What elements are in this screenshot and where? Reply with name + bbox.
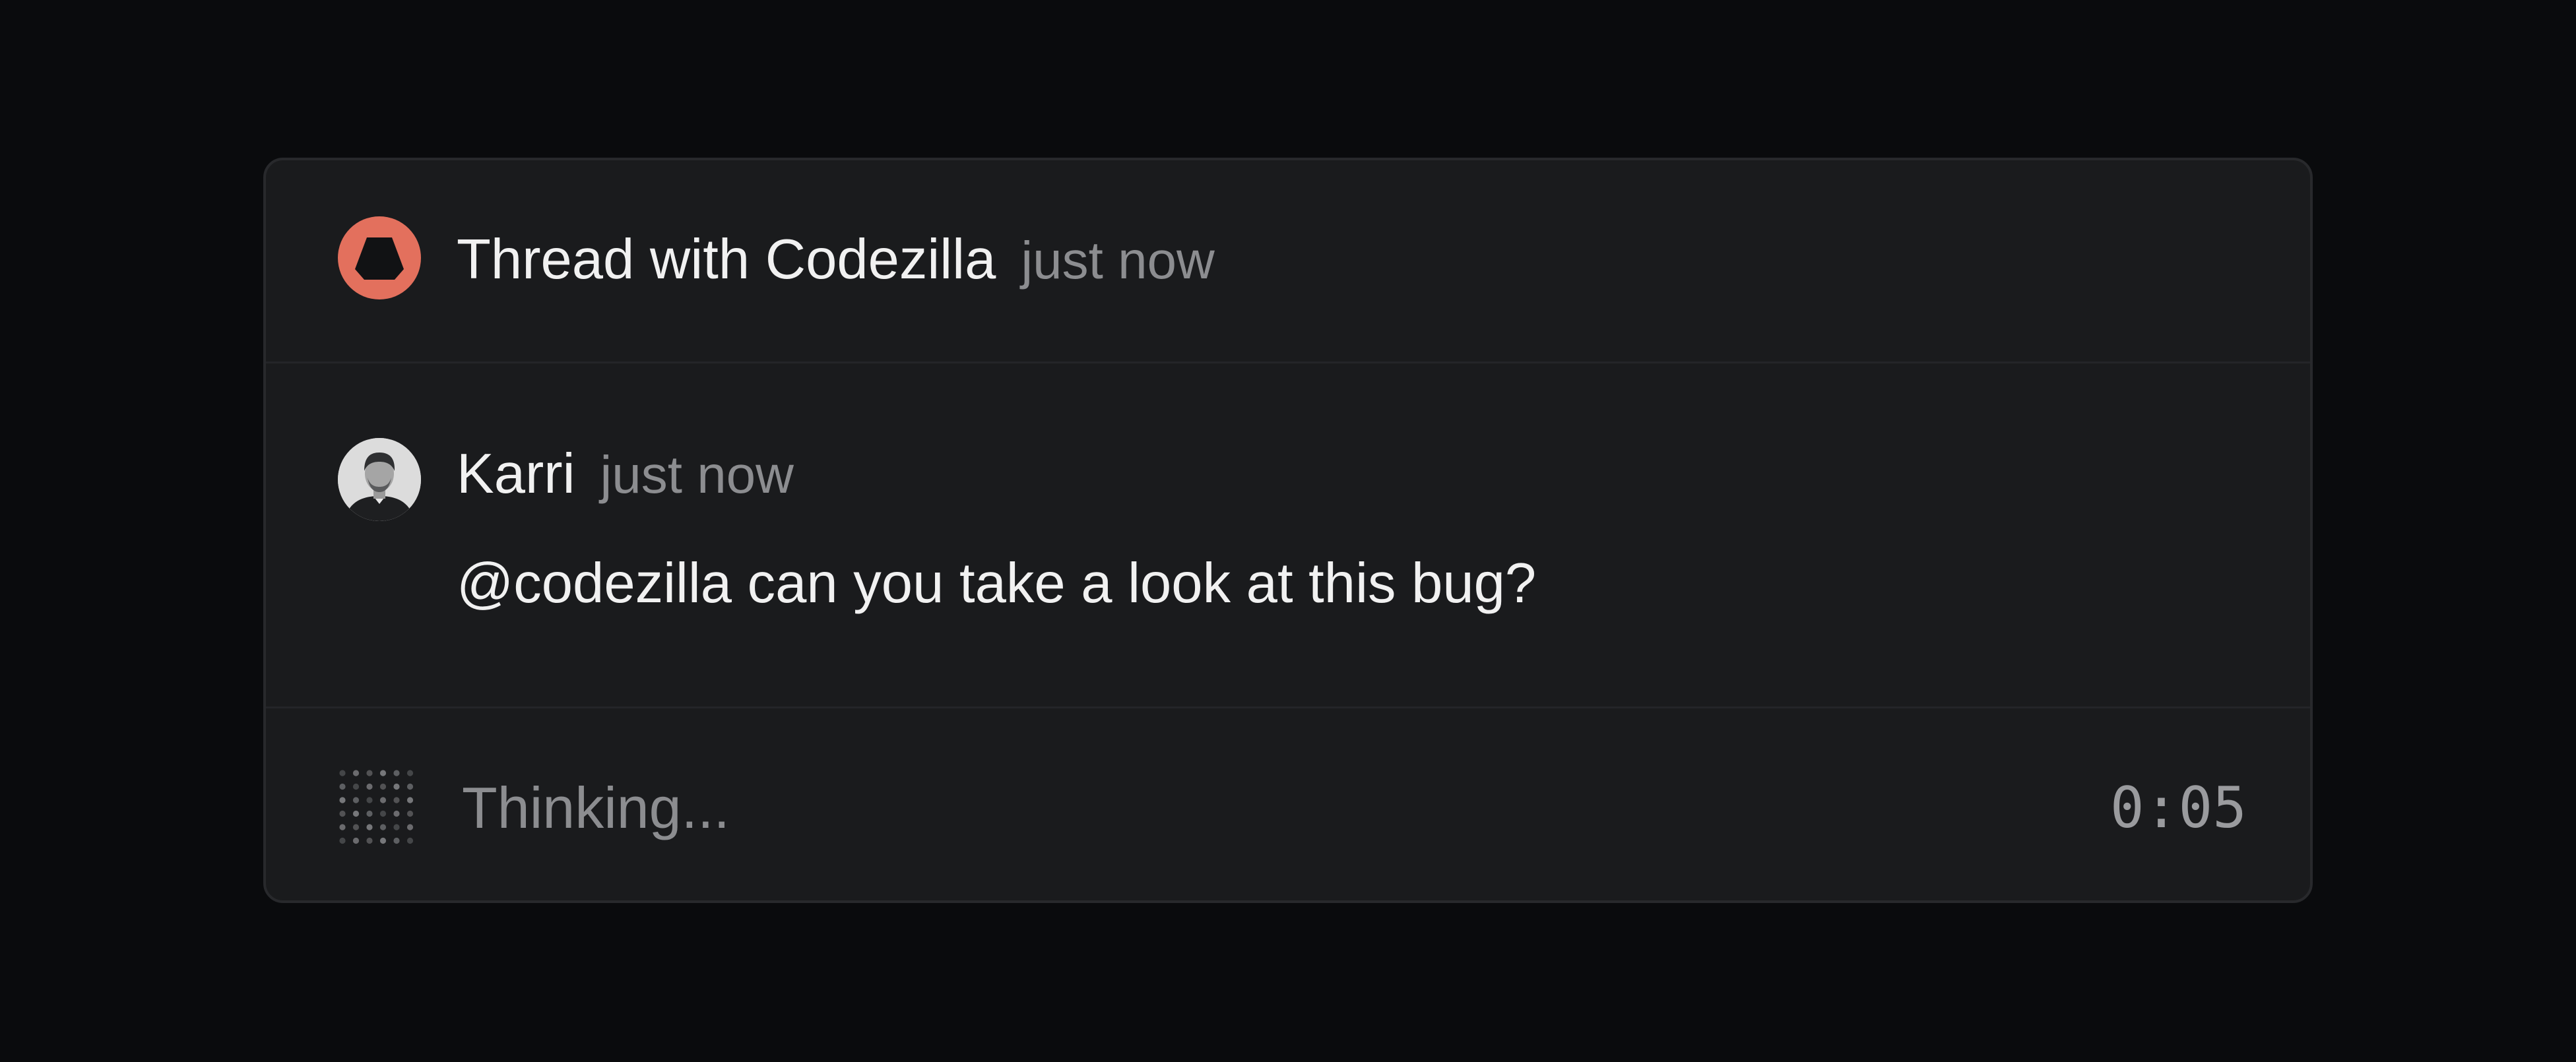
loading-dot — [379, 770, 387, 776]
user-avatar — [338, 438, 421, 521]
thread-header: Thread with Codezilla just now — [266, 160, 2310, 363]
loading-dot — [393, 783, 400, 790]
loading-dot — [393, 824, 400, 830]
loading-dot — [379, 837, 387, 844]
loading-dot — [339, 837, 346, 844]
thread-timestamp: just now — [1021, 231, 1215, 290]
loading-dot — [406, 783, 414, 790]
thread-title: Thread with Codezilla just now — [457, 227, 1215, 294]
loading-dot — [366, 837, 373, 844]
message-header: Karri just now — [457, 441, 794, 508]
loading-dot — [393, 810, 400, 817]
thread-card: Thread with Codezilla just now Karri just … — [263, 158, 2313, 903]
loading-dot — [379, 810, 387, 817]
status-row: Thinking... 0:05 — [266, 708, 2310, 900]
loading-dot — [406, 797, 414, 803]
loading-dot — [352, 810, 360, 817]
loading-dot — [379, 783, 387, 790]
codezilla-logo-glyph — [355, 237, 404, 280]
loading-dot — [339, 810, 346, 817]
message-item: Karri just now @codezilla can you take a … — [266, 363, 2310, 708]
loading-dot — [393, 797, 400, 803]
loading-dot — [352, 783, 360, 790]
status-label: Thinking... — [462, 775, 730, 840]
loading-dot — [406, 837, 414, 844]
loading-dot — [352, 837, 360, 844]
message-author: Karri — [457, 443, 575, 505]
loading-dot — [406, 810, 414, 817]
loading-dot — [352, 797, 360, 803]
user-avatar-photo — [338, 438, 421, 521]
loading-dot — [366, 824, 373, 830]
loading-dot — [339, 797, 346, 803]
loading-dot — [379, 824, 387, 830]
thread-title-text: Thread with Codezilla — [457, 228, 996, 291]
message-text: @codezilla can you take a look at this b… — [457, 552, 1537, 615]
codezilla-logo-icon — [338, 216, 421, 299]
loading-dot — [379, 797, 387, 803]
loading-dot — [352, 770, 360, 776]
loading-dot — [339, 770, 346, 776]
message-timestamp: just now — [600, 445, 794, 504]
loading-dot — [393, 837, 400, 844]
loading-dot — [406, 824, 414, 830]
loading-dot — [406, 770, 414, 776]
loading-dot — [366, 797, 373, 803]
loading-dot — [393, 770, 400, 776]
loading-dot — [339, 824, 346, 830]
loading-dot — [339, 783, 346, 790]
elapsed-timer: 0:05 — [2109, 775, 2247, 841]
loading-dot — [366, 770, 373, 776]
loading-dot — [366, 783, 373, 790]
loading-dots-icon — [339, 770, 414, 844]
loading-dot — [352, 824, 360, 830]
loading-dot — [366, 810, 373, 817]
